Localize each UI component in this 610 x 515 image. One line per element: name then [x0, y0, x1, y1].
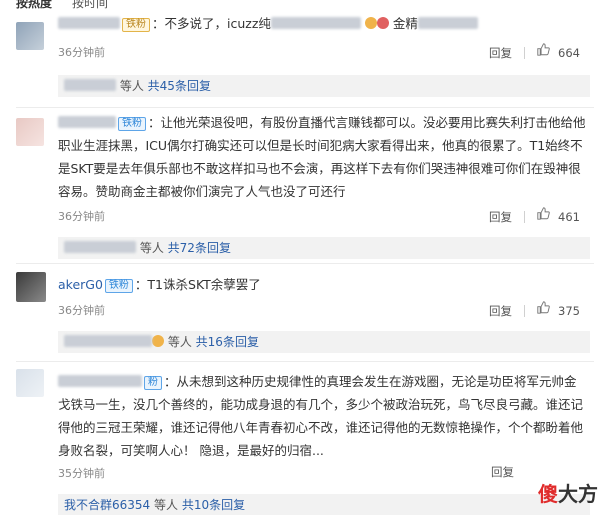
like-count: 664 — [558, 45, 580, 60]
blurred-username[interactable] — [58, 375, 142, 387]
view-replies-link[interactable]: 共72条回复 — [168, 241, 231, 255]
comment-content-tail: 金精 — [392, 16, 418, 31]
blurred-username[interactable] — [64, 335, 152, 347]
thumbs-up-icon[interactable] — [537, 207, 550, 220]
comment-time: 36分钟前 — [58, 304, 105, 317]
comment-text: 粉：从未想到这种历史规律性的真理会发生在游戏圈，无论是功臣将军元帅金戈铁马一生，… — [58, 370, 588, 462]
watermark-logo: 傻大方 — [538, 482, 598, 506]
comment-text: 铁粉 ：让他光荣退役吧，有股份直播代言赚钱都可以。没必要用比赛失利打击他给他职业生… — [58, 111, 588, 203]
reply-summary-bar[interactable]: 等人 共72条回复 — [58, 237, 590, 259]
sort-by-time-tab[interactable]: 按时间 — [72, 0, 108, 10]
reply-summary-bar[interactable]: 等人 共45条回复 — [58, 75, 590, 97]
comment-text: akerG0 铁粉 ：T1诛杀SKT余孽罢了 — [58, 273, 588, 296]
comment-actions: 回复 — [491, 464, 514, 480]
reply-username[interactable]: 我不合群66354 — [64, 498, 150, 512]
comment-actions: 回复 664 — [489, 43, 580, 61]
avatar[interactable] — [16, 118, 44, 146]
divider — [524, 46, 526, 59]
sort-by-hot-tab[interactable]: 按热度 — [16, 0, 52, 10]
comment-actions: 回复 461 — [489, 207, 580, 225]
thumbs-up-icon[interactable] — [537, 43, 550, 56]
reply-button[interactable]: 回复 — [489, 209, 512, 225]
comment-time: 36分钟前 — [58, 210, 105, 223]
reply-summary-bar[interactable]: 我不合群66354 等人 共10条回复 — [58, 494, 590, 515]
view-replies-link[interactable]: 共10条回复 — [182, 498, 245, 512]
emoji-icon — [152, 335, 164, 347]
avatar[interactable] — [16, 272, 46, 302]
blurred-text — [270, 17, 361, 29]
like-count: 461 — [558, 209, 580, 224]
avatar[interactable] — [16, 22, 44, 50]
divider — [524, 210, 526, 223]
like-count: 375 — [558, 303, 580, 318]
divider — [16, 361, 594, 362]
thumbs-up-icon[interactable] — [537, 301, 550, 314]
view-replies-link[interactable]: 共45条回复 — [148, 79, 211, 93]
reply-summary-bar[interactable]: 等人 共16条回复 — [58, 331, 590, 353]
divider — [524, 304, 526, 317]
comment-content: ：T1诛杀SKT余孽罢了 — [134, 277, 261, 292]
divider — [16, 107, 594, 108]
blurred-username[interactable] — [58, 17, 120, 29]
fan-badge: 铁粉 — [104, 279, 133, 293]
divider — [16, 263, 594, 264]
avatar[interactable] — [16, 369, 44, 397]
blurred-username[interactable] — [58, 116, 116, 128]
fan-badge: 铁粉 — [118, 117, 146, 131]
blurred-username[interactable] — [64, 241, 136, 253]
fan-badge: 粉 — [144, 376, 162, 390]
reply-button[interactable]: 回复 — [489, 303, 512, 319]
sort-bar: 按热度 按时间 — [0, 0, 610, 10]
comment-actions: 回复 375 — [489, 301, 580, 319]
comment-content: ：不多说了，icuzz纯 — [152, 16, 271, 31]
blurred-username[interactable] — [64, 79, 116, 91]
emoji-icon — [376, 17, 389, 29]
emoji-icon — [364, 17, 377, 29]
blurred-text — [417, 17, 478, 29]
view-replies-link[interactable]: 共16条回复 — [196, 335, 259, 349]
comment-time: 35分钟前 — [58, 467, 105, 480]
username-link[interactable]: akerG0 — [58, 277, 103, 292]
comment-text: 铁粉 ：不多说了，icuzz纯 金精 — [58, 12, 588, 35]
reply-button[interactable]: 回复 — [491, 464, 514, 480]
fan-badge: 铁粉 — [122, 18, 150, 32]
reply-button[interactable]: 回复 — [489, 45, 512, 61]
comment-time: 36分钟前 — [58, 46, 105, 59]
